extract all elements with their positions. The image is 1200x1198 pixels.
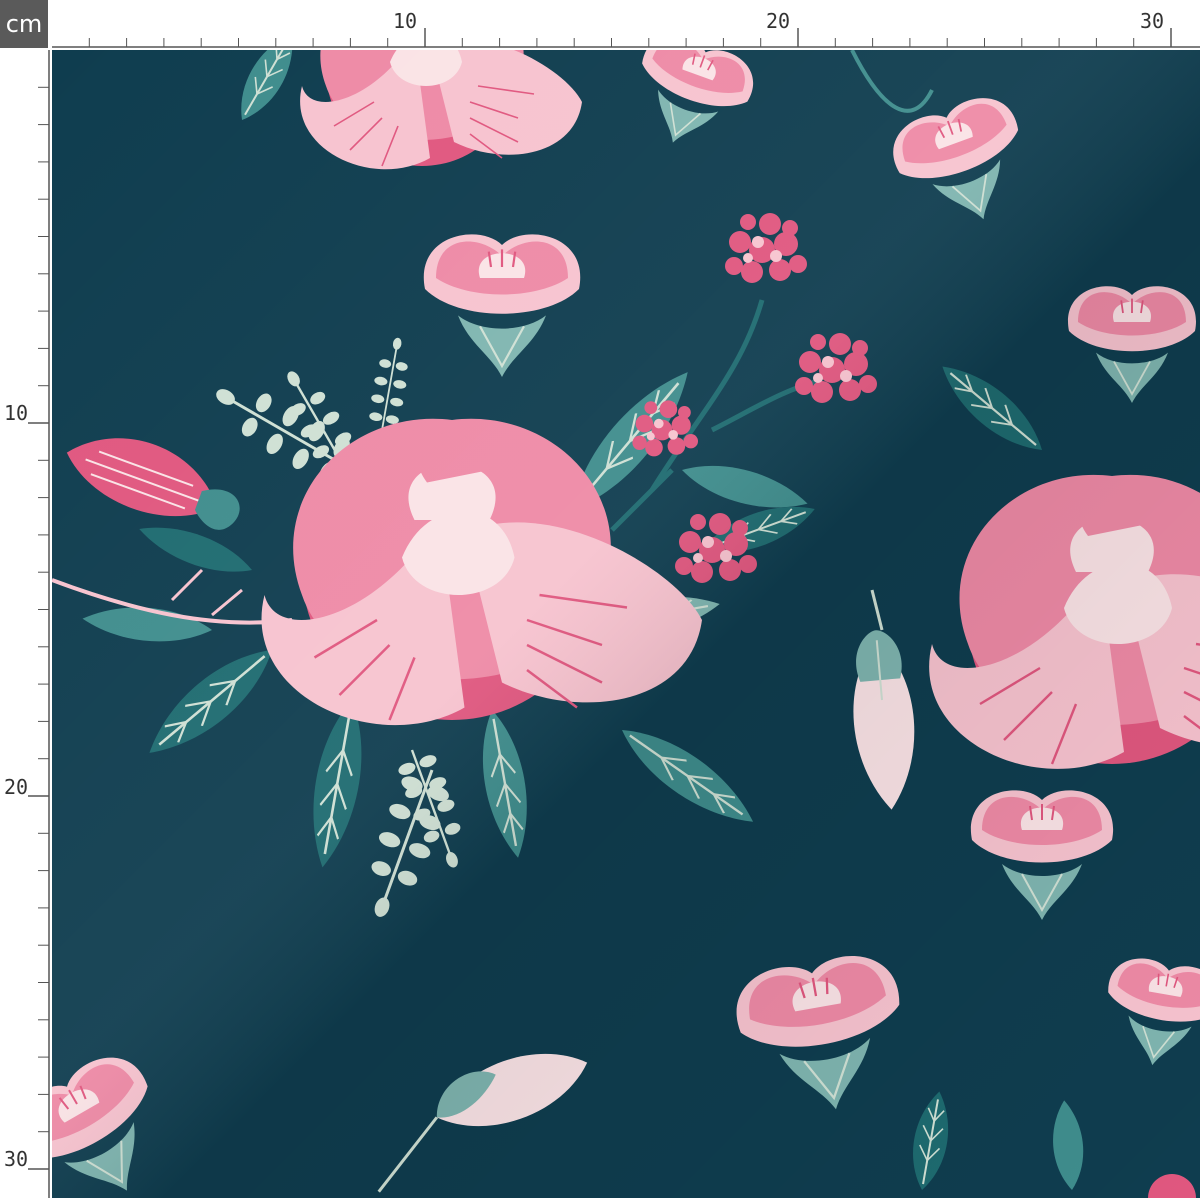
- ruler-left-label-20: 20: [4, 775, 28, 799]
- ruler-top-label-30: 30: [1140, 9, 1164, 33]
- ruler-left-label-30: 30: [4, 1147, 28, 1171]
- floral-pattern: [52, 50, 1200, 1198]
- ruler-horizontal: 10 20 30: [0, 0, 1200, 48]
- ruler-vertical: 10 20 30: [0, 0, 50, 1198]
- ruler-top-label-20: 20: [766, 9, 790, 33]
- fabric-swatch: [52, 50, 1200, 1198]
- unit-badge: cm: [0, 0, 48, 48]
- ruler-top-label-10: 10: [393, 9, 417, 33]
- fabric-preview: 10 20 30 10 20 30 cm: [0, 0, 1200, 1198]
- ruler-left-label-10: 10: [4, 401, 28, 425]
